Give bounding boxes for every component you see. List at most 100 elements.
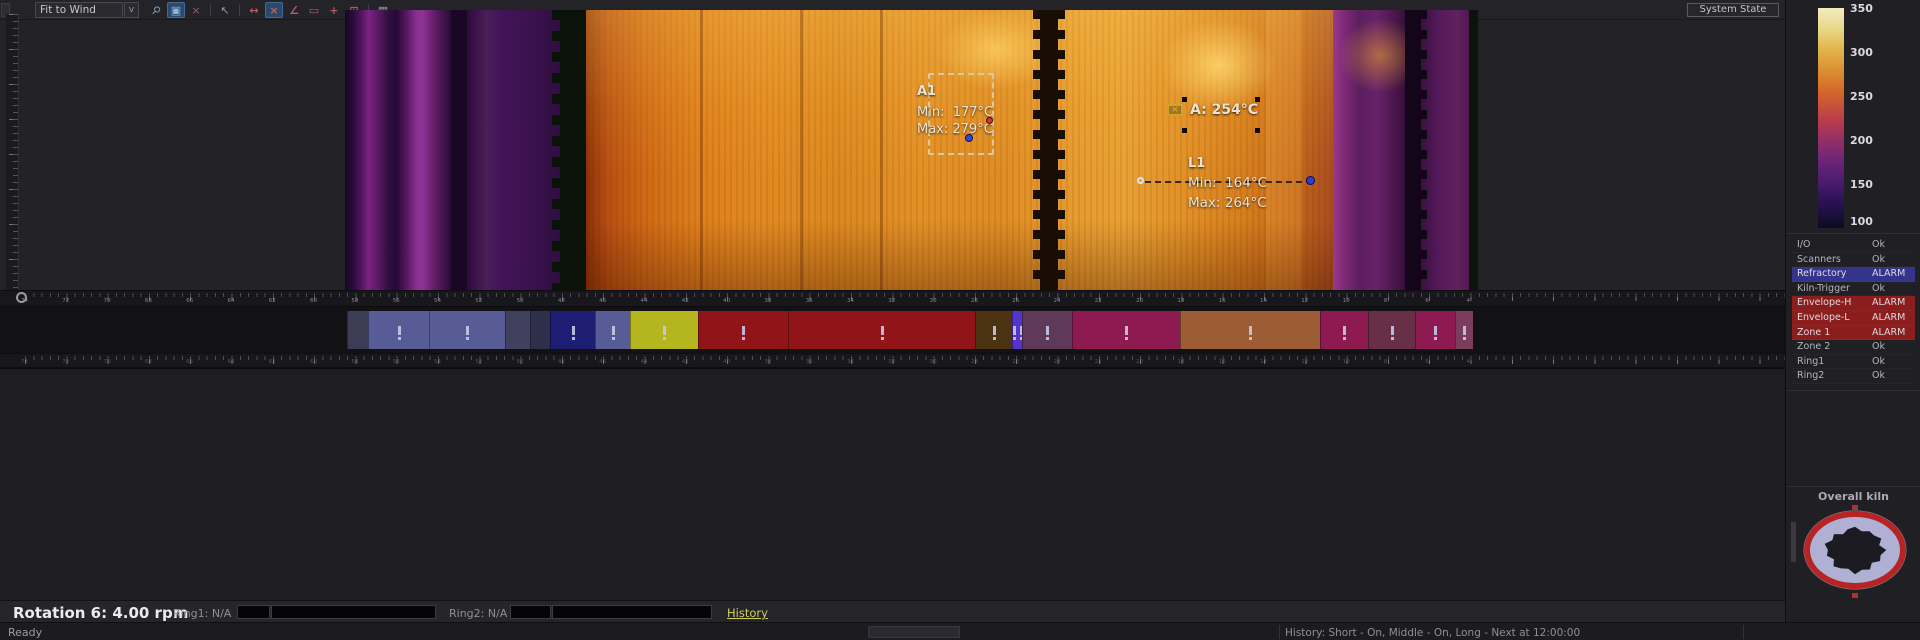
zone-segment[interactable] bbox=[505, 311, 530, 349]
thermometer-icon bbox=[742, 326, 745, 335]
measure-area-icon[interactable]: ▭ bbox=[305, 2, 323, 18]
cursor-icon[interactable]: ↖ bbox=[216, 2, 234, 18]
divider bbox=[1786, 486, 1920, 487]
thermal-seam bbox=[880, 10, 883, 290]
zone-segment[interactable] bbox=[550, 311, 595, 349]
ruler-number: 40 bbox=[723, 359, 730, 365]
ruler-origin-icon[interactable] bbox=[16, 292, 27, 303]
zoom-level-select[interactable]: Fit to Wind bbox=[35, 2, 123, 18]
status-row-ring1[interactable]: Ring1Ok bbox=[1792, 355, 1915, 370]
zone-segment[interactable] bbox=[1455, 311, 1473, 349]
zone-segment[interactable] bbox=[1072, 311, 1180, 349]
zone-segment[interactable] bbox=[429, 311, 505, 349]
l1-end-marker[interactable] bbox=[1306, 176, 1315, 185]
zone-segment[interactable] bbox=[630, 311, 698, 349]
zone-segment[interactable] bbox=[1012, 311, 1022, 349]
thermometer-icon bbox=[1013, 326, 1016, 335]
clear-zoom-icon[interactable]: × bbox=[187, 2, 205, 18]
ruler-number: 34 bbox=[847, 298, 854, 304]
ruler-number: 50 bbox=[517, 298, 524, 304]
ruler-number: 24 bbox=[1054, 359, 1061, 365]
zone-segment[interactable] bbox=[975, 311, 1012, 349]
status-row-refractory[interactable]: RefractoryALARM bbox=[1792, 267, 1915, 282]
ruler-number: 26 bbox=[1012, 359, 1019, 365]
ruler-number: 14 bbox=[1260, 298, 1267, 304]
status-name: Envelope-H bbox=[1797, 296, 1851, 311]
thermometer-icon bbox=[1125, 326, 1128, 335]
spot-meter-icon[interactable]: × bbox=[1167, 104, 1183, 116]
status-ready: Ready bbox=[8, 626, 42, 639]
ruler-number: 28 bbox=[971, 298, 978, 304]
sidebar-scrollbar[interactable] bbox=[1791, 522, 1796, 562]
ruler-number: 54 bbox=[434, 298, 441, 304]
zone-segment[interactable] bbox=[1180, 311, 1320, 349]
a1-region-label: A1 bbox=[917, 84, 936, 99]
horizontal-ruler-top: 7472706866646260585654525048464442403836… bbox=[0, 290, 1785, 307]
measure-angle-icon[interactable]: ∠ bbox=[285, 2, 303, 18]
ruler-number: 62 bbox=[269, 298, 276, 304]
ruler-number: 20 bbox=[1136, 298, 1143, 304]
search-icon[interactable]: ⚲ bbox=[147, 2, 165, 18]
ruler-number: 10 bbox=[1343, 359, 1350, 365]
l1-max-readout: Max: 264°C bbox=[1188, 195, 1267, 211]
zone-segment[interactable] bbox=[595, 311, 630, 349]
thermal-image[interactable]: A1 Min: 177°C Max: 279°C × A: 254°C L1 M… bbox=[345, 10, 1478, 290]
measure-span-icon[interactable]: ↔ bbox=[245, 2, 263, 18]
status-row-scanners[interactable]: ScannersOk bbox=[1792, 253, 1915, 268]
ring2-label: Ring2: N/A bbox=[449, 607, 507, 620]
zone-segment[interactable] bbox=[530, 311, 550, 349]
vertical-ruler bbox=[6, 14, 19, 290]
status-value: ALARM bbox=[1872, 311, 1905, 326]
status-row-zone-2[interactable]: Zone 2Ok bbox=[1792, 340, 1915, 355]
color-scale-label: 250 bbox=[1850, 90, 1873, 103]
measure-point-icon[interactable]: + bbox=[325, 2, 343, 18]
selection-handle[interactable] bbox=[1182, 128, 1187, 133]
selection-handle[interactable] bbox=[1182, 97, 1187, 102]
delete-measure-icon[interactable]: × bbox=[265, 2, 283, 18]
status-value: ALARM bbox=[1872, 296, 1905, 311]
ruler-number: 60 bbox=[310, 298, 317, 304]
ruler-number: 32 bbox=[888, 359, 895, 365]
status-row-zone-1[interactable]: Zone 1ALARM bbox=[1792, 326, 1915, 341]
status-row-ring2[interactable]: Ring2Ok bbox=[1792, 369, 1915, 384]
history-link[interactable]: History bbox=[727, 606, 768, 620]
overall-kiln-gauge[interactable] bbox=[1799, 504, 1911, 600]
status-name: Envelope-L bbox=[1797, 311, 1850, 326]
ruler-number: 72 bbox=[62, 298, 69, 304]
zoom-dropdown-button[interactable]: v bbox=[124, 2, 139, 18]
zone-segment[interactable] bbox=[347, 311, 368, 349]
divider bbox=[1786, 233, 1920, 234]
zone-segment[interactable] bbox=[788, 311, 975, 349]
zone-segment[interactable] bbox=[368, 311, 429, 349]
ruler-number: 42 bbox=[682, 298, 689, 304]
divider bbox=[1743, 625, 1744, 639]
image-mode-icon[interactable]: ▣ bbox=[167, 2, 185, 18]
ring2-value-box bbox=[510, 605, 551, 619]
ruler-number: 14 bbox=[1260, 359, 1267, 365]
status-row-kiln-trigger[interactable]: Kiln-TriggerOk bbox=[1792, 282, 1915, 297]
status-row-envelope-l[interactable]: Envelope-L ALARM bbox=[1792, 311, 1915, 326]
ruler-number: 60 bbox=[310, 359, 317, 365]
zone-segment[interactable] bbox=[698, 311, 788, 349]
ruler-number: 34 bbox=[847, 359, 854, 365]
status-name: Refractory bbox=[1797, 267, 1846, 282]
status-value: Ok bbox=[1872, 238, 1885, 253]
status-row-envelope-h[interactable]: Envelope-H ALARM bbox=[1792, 296, 1915, 311]
image-mode-icon: ▣ bbox=[171, 4, 181, 17]
spot-a-readout: A: 254°C bbox=[1190, 102, 1258, 118]
l1-start-marker[interactable] bbox=[1137, 177, 1144, 184]
status-row-i-o[interactable]: I/OOk bbox=[1792, 238, 1915, 253]
zone-segment[interactable] bbox=[1368, 311, 1415, 349]
zone-segment[interactable] bbox=[1320, 311, 1368, 349]
zone-segment[interactable] bbox=[1022, 311, 1072, 349]
selection-handle[interactable] bbox=[1255, 128, 1260, 133]
zone-segment[interactable] bbox=[1415, 311, 1455, 349]
color-scale-label: 300 bbox=[1850, 46, 1873, 59]
a1-min-readout: Min: 177°C bbox=[917, 105, 993, 120]
system-state-button[interactable]: System State bbox=[1687, 3, 1779, 17]
ruler-number: 64 bbox=[228, 298, 235, 304]
status-value: ALARM bbox=[1872, 326, 1905, 341]
ruler-number: 44 bbox=[641, 298, 648, 304]
ruler-number: 18 bbox=[1177, 298, 1184, 304]
ruler-number: 38 bbox=[764, 298, 771, 304]
